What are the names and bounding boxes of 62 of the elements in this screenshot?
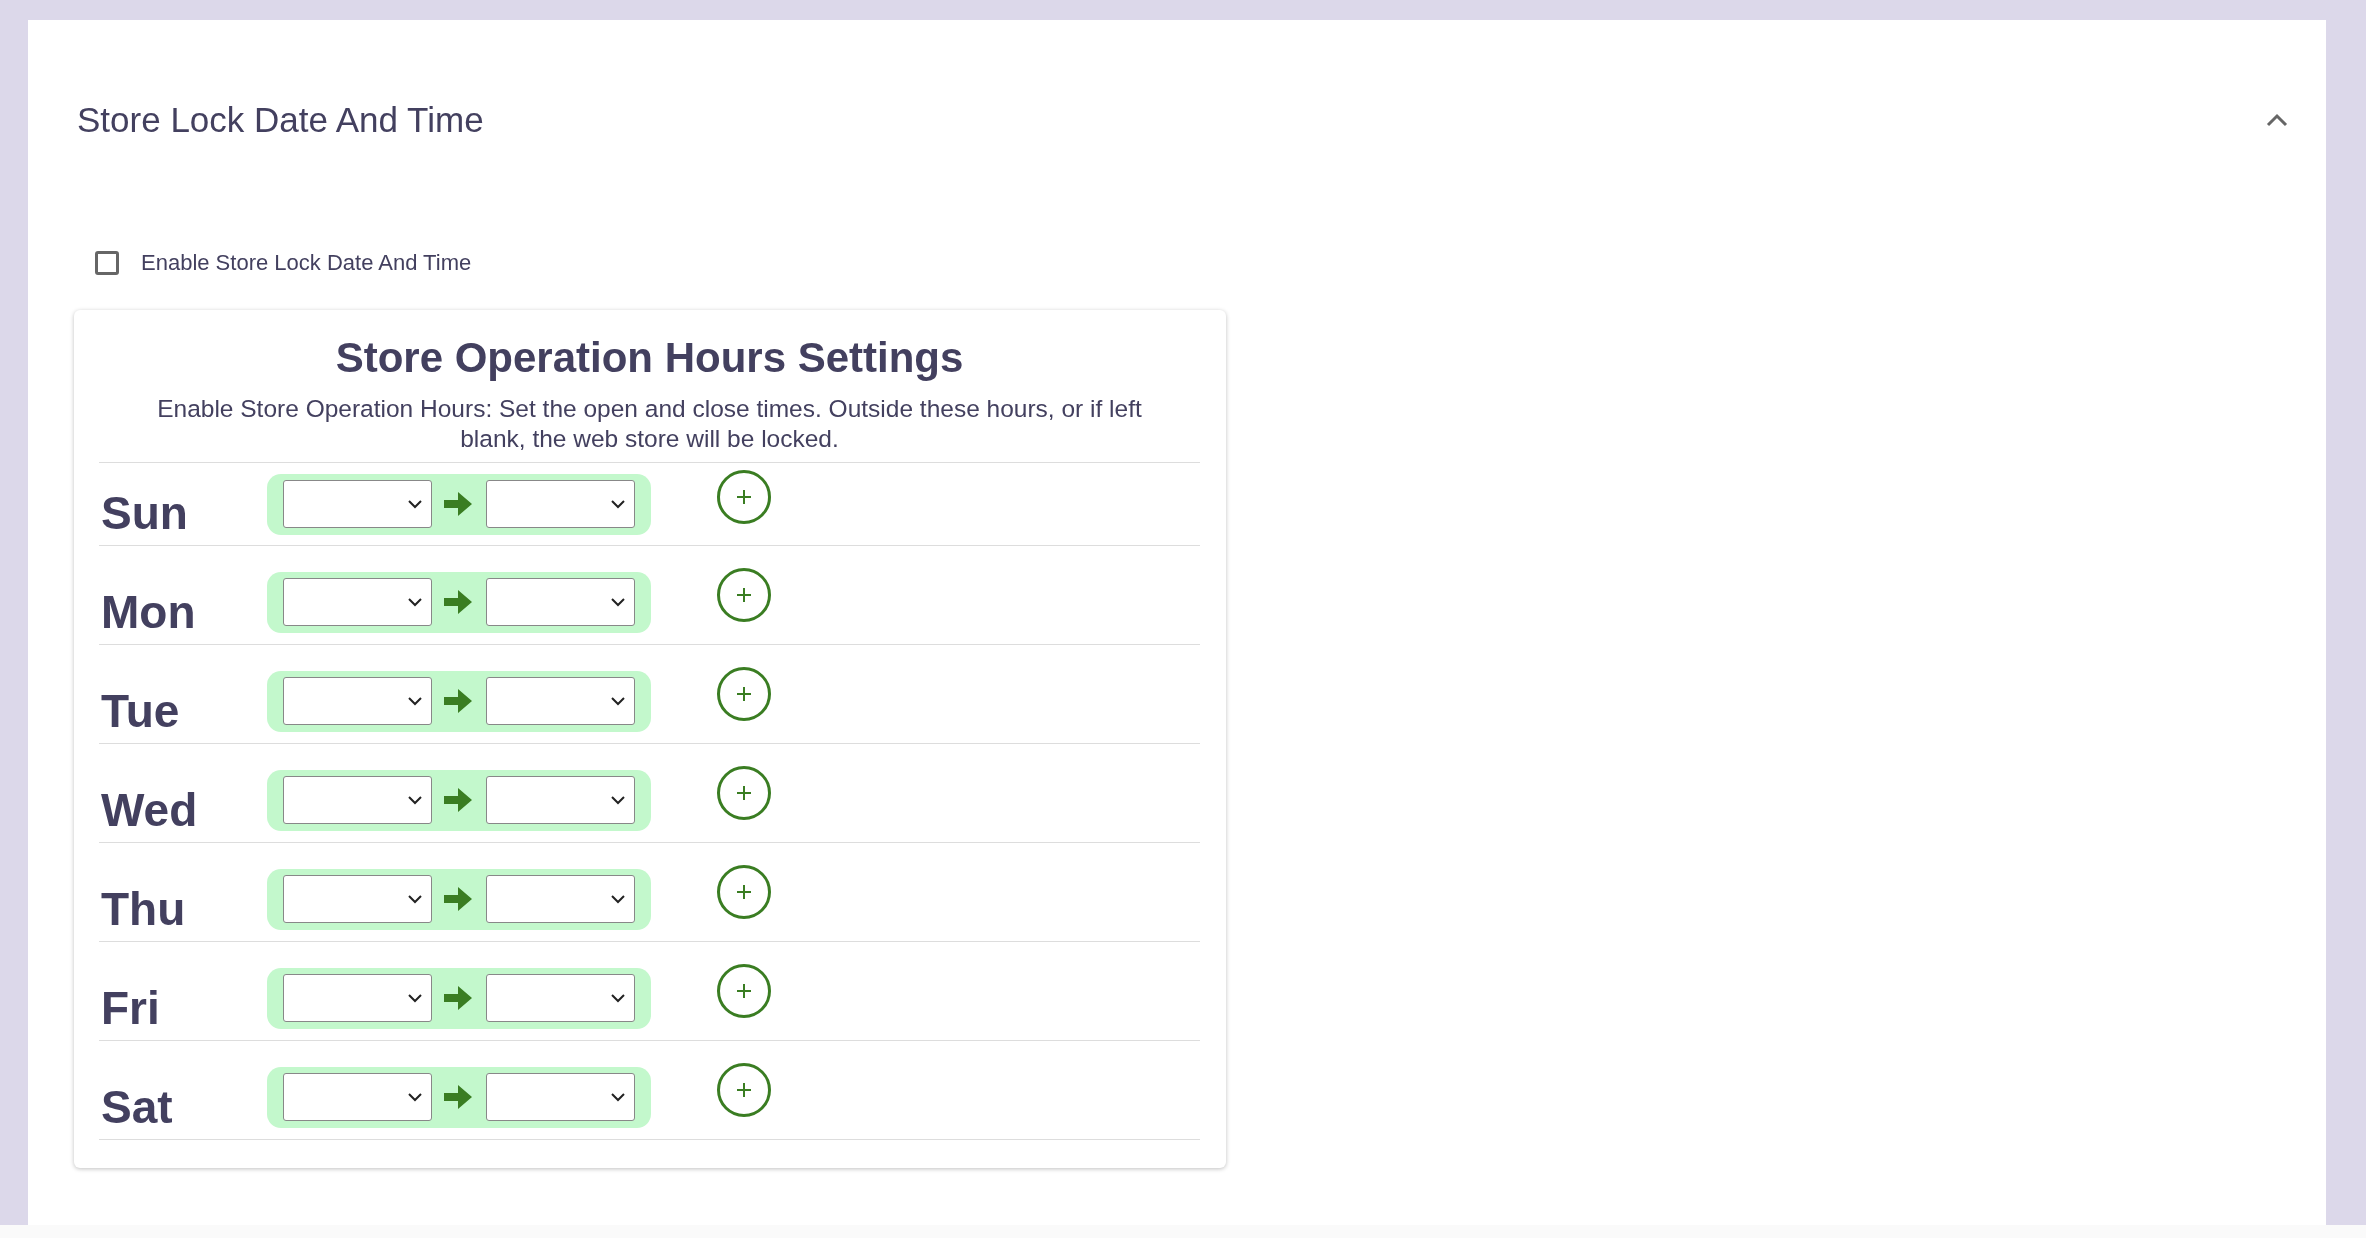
plus-icon — [736, 489, 752, 505]
caret-icon — [407, 696, 423, 706]
open-time-select[interactable] — [283, 974, 432, 1022]
caret-icon — [610, 795, 626, 805]
card-description: Enable Store Operation Hours: Set the open and close times. Outside these hours, or if left blank, the web store will be locked. — [99, 384, 1200, 463]
caret-icon — [610, 894, 626, 904]
arrow-right-icon — [444, 1084, 474, 1110]
day-label: Sat — [100, 1081, 174, 1135]
add-time-button[interactable] — [717, 470, 771, 524]
caret-icon — [610, 993, 626, 1003]
arrow-right-icon — [444, 787, 474, 813]
plus-icon — [736, 785, 752, 801]
close-time-select[interactable] — [486, 974, 635, 1022]
day-label: Wed — [100, 784, 199, 838]
arrow-right-icon — [444, 886, 474, 912]
plus-icon — [736, 686, 752, 702]
plus-icon — [736, 884, 752, 900]
caret-icon — [407, 993, 423, 1003]
close-time-select[interactable] — [486, 776, 635, 824]
plus-icon — [736, 983, 752, 999]
day-label: Fri — [100, 982, 161, 1036]
open-time-select[interactable] — [283, 480, 432, 528]
day-label: Tue — [100, 685, 181, 739]
close-time-select[interactable] — [486, 875, 635, 923]
close-time-select[interactable] — [486, 677, 635, 725]
caret-icon — [407, 499, 423, 509]
plus-icon — [736, 1082, 752, 1098]
caret-icon — [610, 696, 626, 706]
checkbox-label: Enable Store Lock Date And Time — [141, 250, 472, 276]
chevron-up-icon — [2266, 113, 2288, 127]
close-time-select[interactable] — [486, 1073, 635, 1121]
caret-icon — [407, 795, 423, 805]
arrow-right-icon — [444, 491, 474, 517]
caret-icon — [610, 597, 626, 607]
caret-icon — [407, 597, 423, 607]
section-title: Store Lock Date And Time — [77, 99, 484, 141]
caret-icon — [610, 1092, 626, 1102]
close-time-select[interactable] — [486, 578, 635, 626]
day-label: Thu — [100, 883, 187, 937]
add-time-button[interactable] — [717, 1063, 771, 1117]
open-time-select[interactable] — [283, 578, 432, 626]
checkbox[interactable] — [95, 251, 119, 275]
day-label: Mon — [100, 586, 197, 640]
open-time-select[interactable] — [283, 776, 432, 824]
close-time-select[interactable] — [486, 480, 635, 528]
arrow-right-icon — [444, 688, 474, 714]
add-time-button[interactable] — [717, 568, 771, 622]
card-title: Store Operation Hours Settings — [334, 333, 965, 383]
add-time-button[interactable] — [717, 766, 771, 820]
day-label: Sun — [100, 487, 189, 541]
arrow-right-icon — [444, 985, 474, 1011]
open-time-select[interactable] — [283, 1073, 432, 1121]
caret-icon — [407, 894, 423, 904]
plus-icon — [736, 587, 752, 603]
open-time-select[interactable] — [283, 875, 432, 923]
add-time-button[interactable] — [717, 964, 771, 1018]
caret-icon — [610, 499, 626, 509]
add-time-button[interactable] — [717, 865, 771, 919]
arrow-right-icon — [444, 589, 474, 615]
caret-icon — [407, 1092, 423, 1102]
open-time-select[interactable] — [283, 677, 432, 725]
add-time-button[interactable] — [717, 667, 771, 721]
